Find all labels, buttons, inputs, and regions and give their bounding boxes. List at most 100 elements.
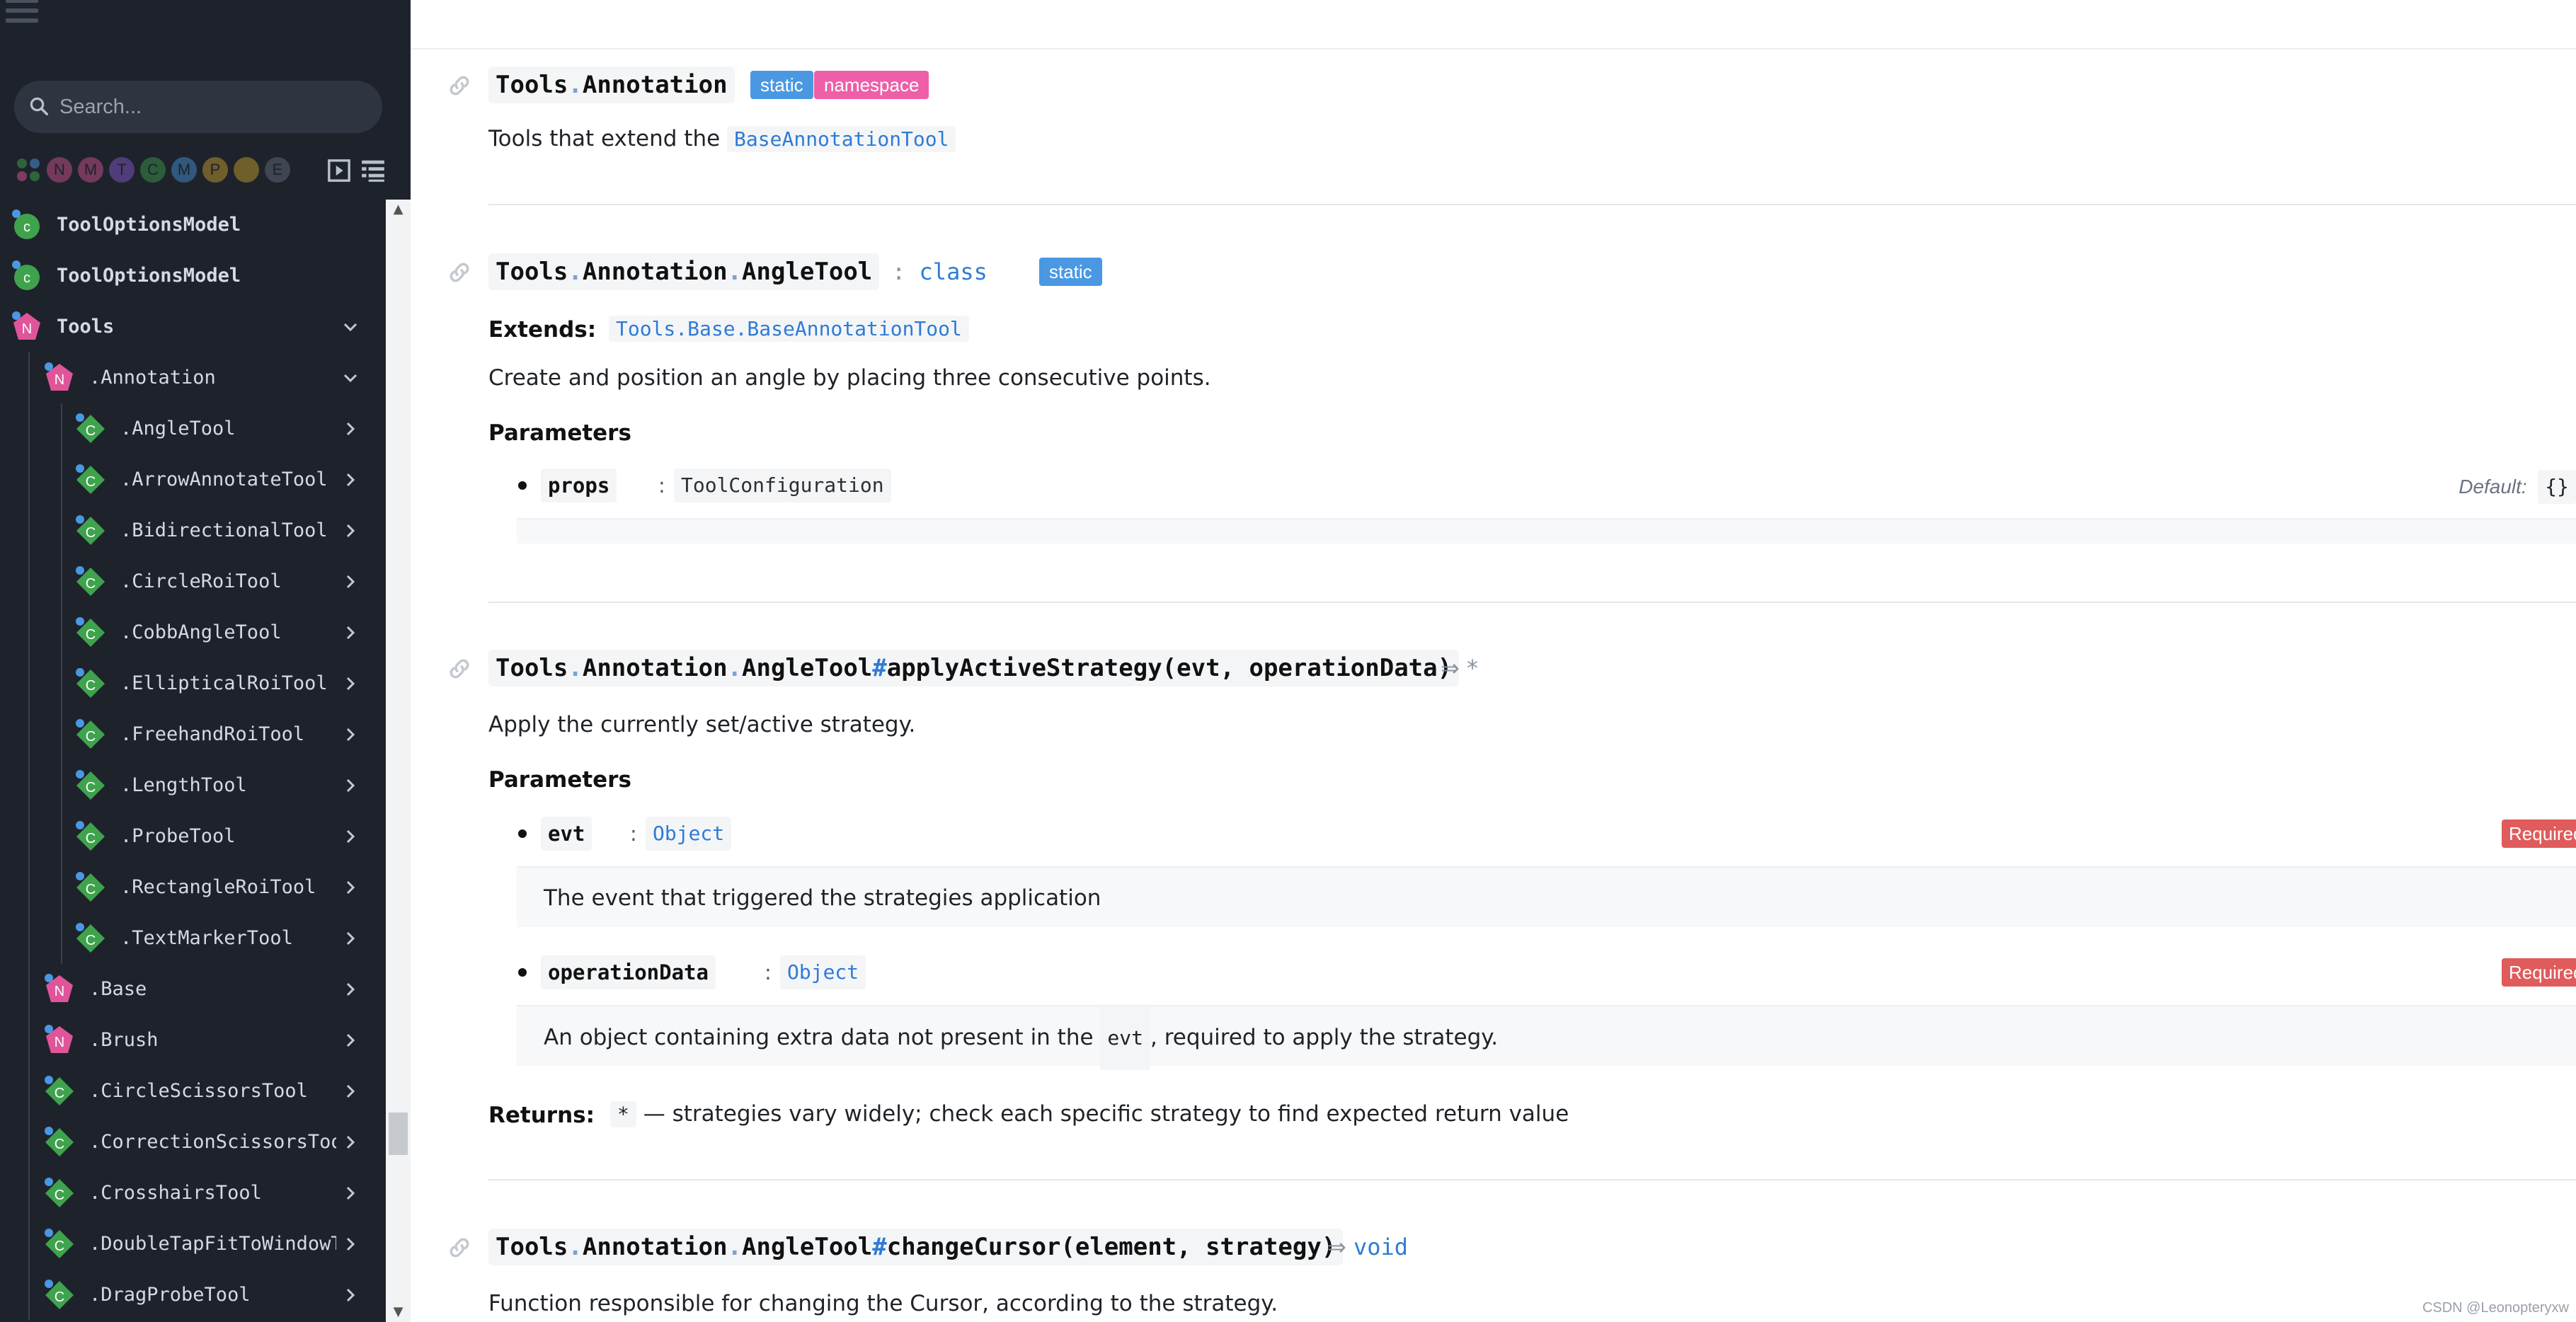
menu-icon[interactable]: [6, 0, 38, 33]
object-type-link[interactable]: Object: [780, 955, 866, 989]
divider: [488, 1179, 2576, 1180]
filter-mixin-icon[interactable]: M: [170, 156, 198, 184]
chevron-right-icon[interactable]: [342, 420, 359, 437]
member-signature: Tools.Annotation.AngleTool#applyActiveSt…: [488, 650, 1460, 686]
sidebar-item-doubletapfittowindowtool[interactable]: C .DoubleTapFitToWindowTool: [0, 1219, 386, 1270]
sidebar-item-tooloptionsmodel[interactable]: c ToolOptionsModel: [0, 251, 386, 301]
sidebar-item-circlescissorstool[interactable]: C .CircleScissorsTool: [0, 1066, 386, 1117]
link-icon[interactable]: [446, 259, 473, 286]
base-annotation-tool-link[interactable]: Tools.Base.BaseAnnotationTool: [609, 316, 969, 342]
filter-letter: [14, 156, 42, 184]
sidebar-item-arrowannotatetool[interactable]: C .ArrowAnnotateTool: [0, 454, 386, 505]
svg-text:C: C: [86, 525, 96, 541]
chevron-right-icon[interactable]: [342, 777, 359, 794]
chevron-down-icon[interactable]: [342, 369, 359, 386]
sidebar-item-textmarkertool[interactable]: C .TextMarkerTool: [0, 913, 386, 964]
parameter-default: Default: {}: [2458, 470, 2576, 504]
sidebar-item-dragprobetool[interactable]: C .DragProbeTool: [0, 1270, 386, 1321]
svg-text:C: C: [86, 933, 96, 948]
link-icon[interactable]: [446, 655, 473, 682]
filter-class-icon[interactable]: C: [139, 156, 167, 184]
sidebar-item-ellipticalroitool[interactable]: C .EllipticalRoiTool: [0, 658, 386, 709]
class-icon: c: [12, 209, 40, 239]
search-bar[interactable]: [14, 81, 382, 133]
filter-letter: N: [54, 161, 65, 178]
class-icon: C: [76, 413, 105, 443]
sidebar-item-cobbangletool[interactable]: C .CobbAngleTool: [0, 607, 386, 658]
sidebar-item-bidirectionaltool[interactable]: C .BidirectionalTool: [0, 505, 386, 556]
class-icon: C: [45, 1229, 74, 1258]
filter-typedef-icon[interactable]: T: [108, 156, 136, 184]
chevron-right-icon[interactable]: [342, 828, 359, 845]
filter-letter: M: [84, 161, 98, 178]
parameter-row: props : ToolConfiguration Default: {}: [517, 464, 2576, 507]
sidebar-scrollbar[interactable]: ▲ ▼: [386, 200, 411, 1322]
chevron-right-icon[interactable]: [342, 1134, 359, 1151]
chevron-right-icon[interactable]: [342, 1083, 359, 1100]
chevron-right-icon[interactable]: [342, 624, 359, 641]
link-icon[interactable]: [446, 1234, 473, 1261]
link-icon[interactable]: [446, 72, 473, 99]
filter-namespace-icon[interactable]: N: [45, 156, 74, 184]
object-type-link[interactable]: Object: [646, 817, 732, 851]
sidebar-item-label: .ArrowAnnotateTool: [120, 469, 328, 490]
chevron-right-icon[interactable]: [342, 930, 359, 947]
base-annotation-tool-link[interactable]: BaseAnnotationTool: [727, 126, 956, 152]
expand-all-icon[interactable]: [327, 159, 351, 183]
sidebar-item-brush[interactable]: N .Brush: [0, 1015, 386, 1066]
sidebar-item-rectangleroitool[interactable]: C .RectangleRoiTool: [0, 862, 386, 913]
parameter-colon: :: [658, 473, 665, 498]
filter-event-icon[interactable]: [232, 156, 261, 184]
search-input[interactable]: [58, 81, 370, 133]
extends-label: Extends:: [488, 317, 597, 343]
parameters-heading: Parameters: [488, 767, 631, 793]
filter-property-icon[interactable]: P: [201, 156, 229, 184]
chevron-right-icon[interactable]: [342, 981, 359, 998]
chevron-right-icon[interactable]: [342, 675, 359, 692]
list-view-icon[interactable]: [360, 157, 387, 184]
sidebar-item-crosshairstool[interactable]: C .CrosshairsTool: [0, 1168, 386, 1219]
chevron-right-icon[interactable]: [342, 879, 359, 896]
class-icon: C: [76, 515, 105, 545]
sidebar-item-base[interactable]: N .Base: [0, 964, 386, 1015]
svg-text:C: C: [86, 474, 96, 490]
chevron-right-icon[interactable]: [342, 1287, 359, 1304]
content-pane: Tools.Annotation static namespace Tools …: [411, 0, 2576, 1322]
chevron-right-icon[interactable]: [342, 522, 359, 539]
filter-external-icon[interactable]: E: [263, 156, 292, 184]
sidebar-item-tools[interactable]: N Tools: [0, 301, 386, 352]
filter-module-icon[interactable]: M: [76, 156, 105, 184]
sidebar-item-probetool[interactable]: C .ProbeTool: [0, 811, 386, 862]
svg-text:c: c: [23, 219, 30, 235]
section-description: Tools that extend the BaseAnnotationTool: [488, 126, 956, 152]
sidebar-item-tooloptionsmodel[interactable]: c ToolOptionsModel: [0, 200, 386, 251]
bullet: [518, 829, 527, 838]
chevron-right-icon[interactable]: [342, 573, 359, 590]
chevron-right-icon[interactable]: [342, 1185, 359, 1202]
sidebar-item-label: .Brush: [89, 1029, 159, 1051]
sidebar-item-lengthtool[interactable]: C .LengthTool: [0, 760, 386, 811]
class-icon: C: [45, 1076, 74, 1105]
parameter-name: props: [541, 469, 617, 502]
scrollbar-thumb[interactable]: [389, 1113, 408, 1155]
sidebar-item-angletool[interactable]: C .AngleTool: [0, 403, 386, 454]
scroll-up-icon[interactable]: ▲: [386, 200, 411, 219]
sidebar-item-annotation[interactable]: N .Annotation: [0, 352, 386, 403]
required-badge: Required: [2502, 820, 2576, 848]
sidebar-item-correctionscissorstool[interactable]: C .CorrectionScissorsTool: [0, 1117, 386, 1168]
namespace-icon: N: [45, 974, 73, 1002]
chevron-right-icon[interactable]: [342, 1236, 359, 1253]
filter-letter: C: [147, 161, 159, 178]
sidebar-item-freehandroitool[interactable]: C .FreehandRoiTool: [0, 709, 386, 760]
chevron-right-icon[interactable]: [342, 726, 359, 743]
sidebar-item-label: .CobbAngleTool: [120, 621, 282, 643]
scroll-down-icon[interactable]: ▼: [386, 1302, 411, 1322]
chevron-right-icon[interactable]: [342, 471, 359, 488]
filter-all-icon[interactable]: [14, 156, 42, 184]
return-type: ⇒ *: [1441, 655, 1478, 682]
sidebar-item-label: .CircleScissorsTool: [89, 1080, 308, 1102]
section-description: Apply the currently set/active strategy.: [488, 712, 916, 737]
chevron-down-icon[interactable]: [342, 318, 359, 335]
chevron-right-icon[interactable]: [342, 1032, 359, 1049]
sidebar-item-circleroitool[interactable]: C .CircleRoiTool: [0, 556, 386, 607]
